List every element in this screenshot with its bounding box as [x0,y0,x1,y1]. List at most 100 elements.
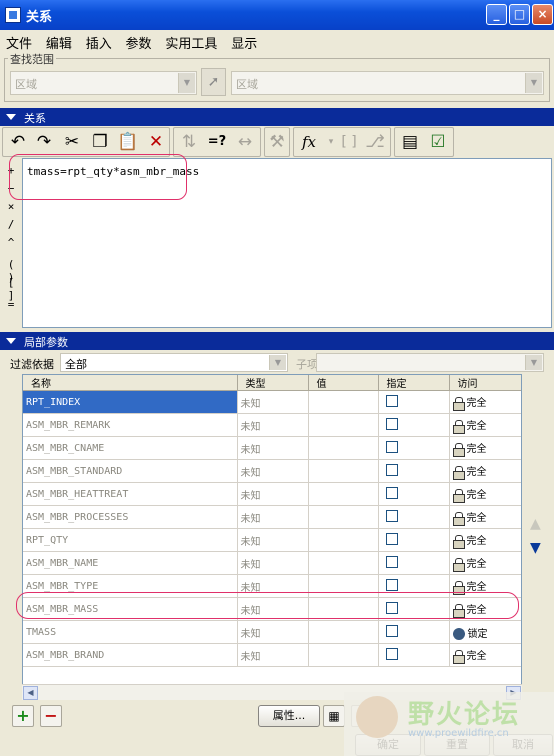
param-designate[interactable] [378,620,450,644]
param-access[interactable]: 完全 [449,528,521,552]
scope-object-select[interactable]: 区域 ▼ [231,71,544,95]
param-name[interactable]: ASM_MBR_REMARK [23,413,238,437]
param-designate[interactable] [378,574,450,598]
param-designate[interactable] [378,413,450,437]
table-row[interactable]: ASM_MBR_NAME 未知 完全 [23,551,521,575]
param-value[interactable] [308,597,379,621]
table-row[interactable]: TMASS 未知 锁定 [23,620,521,644]
param-access[interactable]: 完全 [449,551,521,575]
designate-checkbox[interactable] [385,509,398,522]
column-type[interactable]: 类型 [237,375,309,391]
scroll-right-button[interactable]: ▶ [506,686,521,700]
table-row[interactable]: ASM_MBR_STANDARD 未知 完全 [23,459,521,483]
designate-checkbox[interactable] [385,532,398,545]
copy-icon[interactable]: ❐ [87,129,113,155]
param-name[interactable]: ASM_MBR_TYPE [23,574,238,598]
scroll-left-button[interactable]: ◀ [23,686,38,700]
param-designate[interactable] [378,482,450,506]
delete-icon[interactable]: ✕ [143,129,169,155]
power-operator[interactable]: ^ [2,236,20,249]
table-row[interactable]: ASM_MBR_REMARK 未知 完全 [23,413,521,437]
param-access[interactable]: 完全 [449,505,521,529]
menu-insert[interactable]: 插入 [80,30,116,52]
param-access[interactable]: 完全 [449,482,521,506]
add-parameter-button[interactable]: + [12,705,34,727]
local-params-section-header[interactable]: 局部参数 [0,332,554,350]
relations-editor[interactable]: tmass=rpt_qty*asm_mbr_mass [22,158,552,328]
properties-button[interactable]: 属性... [258,705,320,727]
param-name[interactable]: ASM_MBR_STANDARD [23,459,238,483]
designate-checkbox[interactable] [385,486,398,499]
param-name[interactable]: ASM_MBR_CNAME [23,436,238,460]
designate-checkbox[interactable] [385,601,398,614]
reset-button[interactable]: 重置 [424,734,490,756]
column-designate[interactable]: 指定 [378,375,450,391]
param-designate[interactable] [378,597,450,621]
table-row[interactable]: ASM_MBR_PROCESSES 未知 完全 [23,505,521,529]
minus-operator[interactable]: − [2,182,20,195]
designate-checkbox[interactable] [385,417,398,430]
menu-utilities[interactable]: 实用工具 [159,30,221,52]
param-access[interactable]: 完全 [449,574,521,598]
menu-file[interactable]: 文件 [0,30,36,52]
designate-checkbox[interactable] [385,624,398,637]
param-access[interactable]: 完全 [449,643,521,667]
table-row[interactable]: ASM_MBR_TYPE 未知 完全 [23,574,521,598]
param-value[interactable] [308,574,379,598]
param-name[interactable]: ASM_MBR_HEATTREAT [23,482,238,506]
param-access[interactable]: 完全 [449,413,521,437]
multiply-operator[interactable]: × [2,200,20,213]
table-row[interactable]: RPT_INDEX 未知 完全 [23,390,521,414]
close-button[interactable]: × [532,4,553,25]
param-value[interactable] [308,436,379,460]
column-name[interactable]: 名称 [23,375,238,391]
ok-button[interactable]: 确定 [355,734,421,756]
sort-relations-icon[interactable]: ⇅ [176,129,202,155]
param-designate[interactable] [378,505,450,529]
param-value[interactable] [308,459,379,483]
brackets-icon[interactable]: [ ] [336,129,362,155]
param-name[interactable]: ASM_MBR_BRAND [23,643,238,667]
table-row[interactable]: ASM_MBR_BRAND 未知 完全 [23,643,521,667]
param-designate[interactable] [378,551,450,575]
column-access[interactable]: 访问 [449,375,521,391]
param-value[interactable] [308,413,379,437]
param-designate[interactable] [378,436,450,460]
select-arrow-button[interactable]: ➚ [201,68,226,96]
param-designate[interactable] [378,643,450,667]
param-name[interactable]: TMASS [23,620,238,644]
param-name[interactable]: ASM_MBR_NAME [23,551,238,575]
param-access[interactable]: 完全 [449,436,521,460]
evaluate-icon[interactable]: =? [204,129,230,155]
param-access[interactable]: 完全 [449,597,521,621]
param-name[interactable]: ASM_MBR_PROCESSES [23,505,238,529]
designate-checkbox[interactable] [385,463,398,476]
table-row[interactable]: ASM_MBR_CNAME 未知 完全 [23,436,521,460]
find-icon[interactable]: ⚲ [351,705,373,727]
horizontal-scrollbar[interactable]: ◀ ▶ [22,684,522,700]
param-icon[interactable]: ⎇ [362,129,388,155]
measure-icon[interactable]: ↔ [232,129,258,155]
remove-parameter-button[interactable]: − [40,705,62,727]
param-value[interactable] [308,482,379,506]
designate-checkbox[interactable] [385,578,398,591]
menu-display[interactable]: 显示 [225,30,261,52]
param-designate[interactable] [378,459,450,483]
table-row[interactable]: ASM_MBR_HEATTREAT 未知 完全 [23,482,521,506]
param-designate[interactable] [378,390,450,414]
param-value[interactable] [308,620,379,644]
param-value[interactable] [308,643,379,667]
param-access[interactable]: 完全 [449,459,521,483]
column-value[interactable]: 值 [308,375,379,391]
verify-icon[interactable]: ⚒ [264,129,290,155]
minimize-button[interactable]: _ [486,4,507,25]
paste-icon[interactable]: 📋 [115,129,141,155]
table-view-icon[interactable]: ▦ [323,705,345,727]
param-name[interactable]: RPT_QTY [23,528,238,552]
param-value[interactable] [308,390,379,414]
move-down-icon[interactable]: ▼ [530,540,541,556]
cut-icon[interactable]: ✂ [59,129,85,155]
table-row[interactable]: RPT_QTY 未知 完全 [23,528,521,552]
param-value[interactable] [308,528,379,552]
cancel-button[interactable]: 取消 [493,734,553,756]
